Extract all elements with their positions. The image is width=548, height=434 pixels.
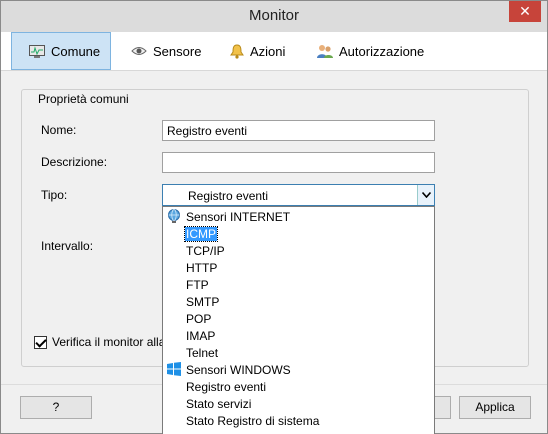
dropdown-item-pop[interactable]: POP — [163, 310, 434, 327]
type-label: Tipo: — [41, 188, 68, 202]
dropdown-item-imap[interactable]: IMAP — [163, 327, 434, 344]
help-button[interactable]: ? — [20, 396, 92, 419]
dropdown-item-event-log[interactable]: Registro eventi — [163, 378, 434, 395]
tab-bar: Comune Sensore Azioni Autorizzazione — [1, 32, 547, 71]
type-select[interactable]: Registro eventi — [162, 184, 435, 206]
tab-azioni[interactable]: Azioni — [230, 32, 285, 70]
monitor-window: Monitor ✕ Comune Sensore Azioni Autorizz… — [0, 0, 548, 434]
dropdown-item-label: POP — [186, 312, 212, 326]
dropdown-group-windows: Sensori WINDOWS — [163, 361, 434, 378]
dropdown-item-label: SMTP — [186, 295, 220, 309]
description-label: Descrizione: — [41, 155, 108, 169]
dropdown-item-label: FTP — [186, 278, 209, 292]
dropdown-group-label: Sensori WINDOWS — [186, 363, 291, 377]
tab-comune[interactable]: Comune — [11, 32, 111, 70]
dropdown-group-label: Sensori INTERNET — [186, 210, 291, 224]
dropdown-item-ftp[interactable]: FTP — [163, 276, 434, 293]
description-field[interactable] — [162, 152, 435, 173]
tab-sensore[interactable]: Sensore — [131, 32, 201, 70]
name-label: Nome: — [41, 123, 77, 137]
type-select-value: Registro eventi — [188, 189, 269, 203]
tab-sensore-label: Sensore — [153, 43, 202, 59]
dropdown-item-http[interactable]: HTTP — [163, 259, 434, 276]
tab-azioni-label: Azioni — [250, 43, 286, 59]
dropdown-item-label: Telnet — [186, 346, 219, 360]
tab-autorizzazione[interactable]: Autorizzazione — [317, 32, 424, 70]
dropdown-item-label: IMAP — [186, 329, 216, 343]
dropdown-item-smtp[interactable]: SMTP — [163, 293, 434, 310]
users-icon — [317, 44, 333, 59]
dropdown-item-label: ICMP — [184, 226, 218, 242]
eye-icon — [131, 45, 147, 57]
windows-icon — [167, 362, 181, 379]
dropdown-group-internet: Sensori INTERNET — [163, 208, 434, 225]
interval-label: Intervallo: — [41, 239, 94, 253]
verify-monitor-option[interactable]: Verifica il monitor alla cr — [34, 335, 179, 349]
verify-monitor-label: Verifica il monitor alla cr — [52, 335, 179, 349]
dropdown-item-label: Stato servizi — [186, 397, 252, 411]
group-legend: Proprietà comuni — [36, 92, 131, 106]
dropdown-item-label: TCP/IP — [186, 244, 225, 258]
bell-icon — [230, 43, 244, 59]
title-bar: Monitor ✕ — [1, 1, 547, 32]
apply-button[interactable]: Applica — [459, 396, 531, 419]
close-button[interactable]: ✕ — [509, 1, 541, 22]
dropdown-item-label: Stato Registro di sistema — [186, 414, 320, 428]
dropdown-item-registry-status[interactable]: Stato Registro di sistema — [163, 412, 434, 429]
dropdown-item-icmp[interactable]: ICMP — [163, 225, 434, 242]
dropdown-item-label: HTTP — [186, 261, 218, 275]
tab-autorizzazione-label: Autorizzazione — [339, 43, 425, 59]
dropdown-item-label: Registro eventi — [186, 380, 267, 394]
dropdown-item-telnet[interactable]: Telnet — [163, 344, 434, 361]
monitor-icon — [29, 44, 45, 58]
name-field[interactable]: Registro eventi — [162, 120, 435, 141]
tab-comune-label: Comune — [51, 43, 101, 59]
window-title: Monitor — [248, 7, 300, 24]
verify-monitor-checkbox[interactable] — [34, 335, 47, 349]
dropdown-item-service-status[interactable]: Stato servizi — [163, 395, 434, 412]
dropdown-item-tcpip[interactable]: TCP/IP — [163, 242, 434, 259]
chevron-down-icon[interactable] — [417, 185, 434, 205]
type-dropdown-list: Sensori INTERNET ICMP TCP/IP HTTP FTP SM… — [162, 206, 435, 434]
